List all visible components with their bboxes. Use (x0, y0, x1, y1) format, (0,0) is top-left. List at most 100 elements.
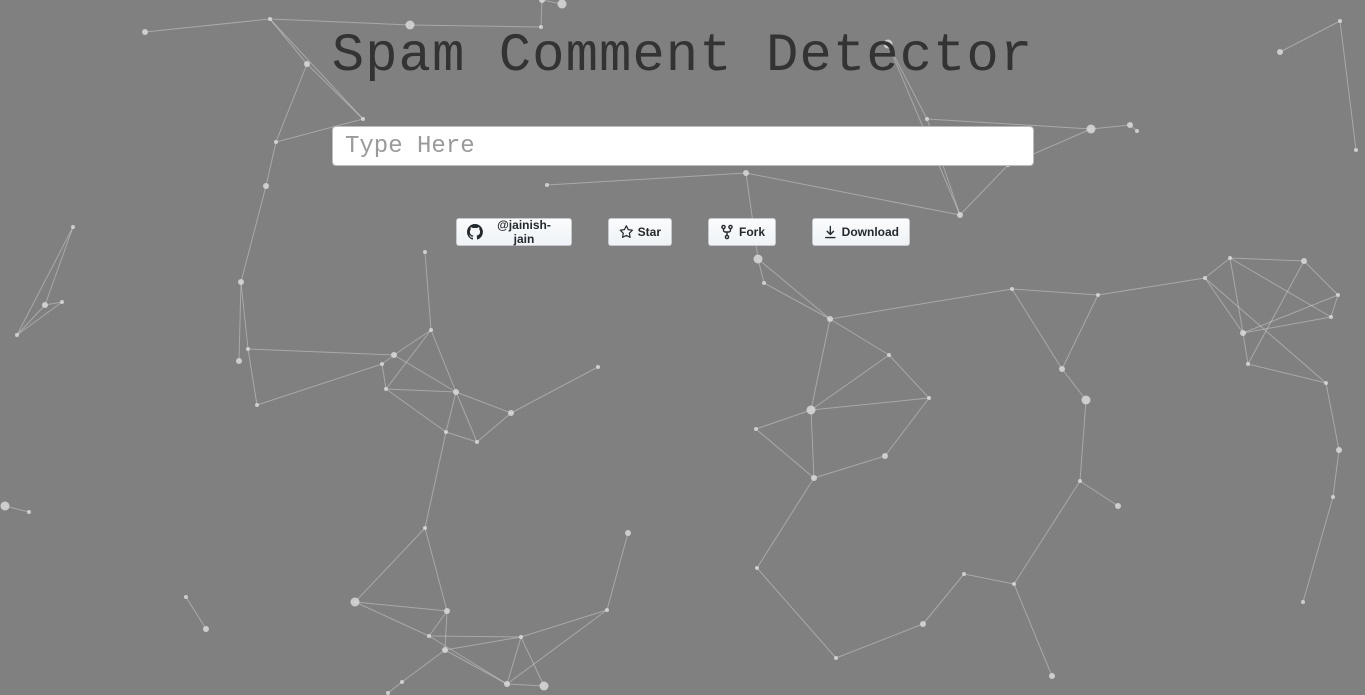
particle-link (757, 258, 831, 320)
particle-link (510, 366, 599, 414)
particle-node (1324, 381, 1328, 385)
particle-node (380, 362, 384, 366)
particle-node (400, 680, 404, 684)
particle-link (238, 281, 242, 362)
particle-node (754, 427, 758, 431)
particle-link (444, 610, 448, 651)
particle-node (1336, 293, 1340, 297)
particle-link (810, 409, 815, 479)
particle-link (1229, 257, 1305, 262)
particle-link (755, 409, 812, 430)
particle-link (546, 172, 747, 186)
particle-node (504, 681, 510, 687)
particle-link (444, 636, 522, 651)
particle-link (455, 391, 478, 443)
particle-node (60, 300, 64, 304)
particle-node (391, 352, 397, 358)
particle-link (424, 251, 432, 331)
particle-link (44, 226, 74, 306)
particle-node (27, 510, 31, 514)
particle-node (1228, 256, 1232, 260)
particle-node (1086, 124, 1096, 134)
star-label: Star (637, 225, 661, 239)
particle-link (1079, 480, 1119, 507)
particle-node (0, 501, 10, 511)
particle-node (957, 212, 963, 218)
particle-node (811, 475, 817, 481)
particle-link (810, 354, 890, 411)
particle-link (1204, 277, 1327, 384)
particle-node (268, 17, 272, 21)
fork-label: Fork (738, 225, 765, 239)
download-label: Download (841, 225, 899, 239)
particle-node (755, 566, 759, 570)
particle-node (1338, 19, 1342, 23)
particle-node (475, 440, 479, 444)
particle-link (1061, 294, 1099, 370)
download-button[interactable]: Download (812, 218, 910, 246)
particle-node (442, 647, 448, 653)
particle-link (444, 649, 508, 685)
particle-link (428, 635, 508, 685)
particle-node (596, 365, 600, 369)
particle-link (428, 635, 522, 638)
particle-link (506, 636, 522, 685)
particle-link (16, 226, 74, 336)
particle-link (385, 329, 432, 390)
particle-link (763, 282, 831, 320)
particle-node (882, 453, 888, 459)
fork-button[interactable]: Fork (708, 218, 776, 246)
particle-node (1354, 148, 1358, 152)
particle-node (1246, 362, 1250, 366)
particle-node (927, 396, 931, 400)
particle-node (263, 183, 269, 189)
particle-node (920, 621, 926, 627)
particle-network-background (0, 0, 1358, 695)
particle-node (1010, 287, 1014, 291)
particle-link (476, 412, 512, 443)
particle-node (427, 634, 431, 638)
particle-link (16, 304, 46, 336)
particle-link (385, 388, 447, 433)
github-profile-button[interactable]: @jainish-jain (456, 218, 572, 246)
particle-node (1127, 122, 1133, 128)
particle-node (1336, 447, 1342, 453)
particle-link (963, 573, 1015, 585)
particle-link (1332, 449, 1340, 498)
particle-link (269, 18, 411, 26)
particle-node (1059, 366, 1065, 372)
particle-link (240, 281, 249, 350)
particle-link (455, 391, 512, 414)
particle-link (256, 363, 383, 406)
particle-link (520, 636, 545, 687)
particle-node (925, 117, 929, 121)
particle-node (1115, 503, 1121, 509)
comment-input[interactable] (332, 126, 1034, 166)
particle-node (423, 526, 427, 530)
particle-node (386, 691, 390, 695)
particle-link (354, 527, 426, 603)
particle-link (445, 431, 478, 443)
particle-link (1242, 294, 1339, 334)
particle-link (810, 318, 831, 411)
particle-link (829, 318, 890, 356)
particle-link (606, 532, 629, 611)
particle-link (430, 329, 457, 393)
particle-node (834, 656, 838, 660)
particle-link (393, 329, 432, 356)
page-title: Spam Comment Detector (331, 26, 1034, 87)
particle-node (71, 225, 75, 229)
particle-link (1011, 288, 1099, 296)
particle-node (1135, 129, 1139, 133)
particle-link (354, 601, 430, 637)
particle-node (762, 281, 766, 285)
particle-link (354, 601, 448, 612)
particle-link (1325, 382, 1340, 451)
particle-node (274, 140, 278, 144)
star-icon (619, 225, 634, 238)
download-icon (825, 225, 836, 239)
particle-link (1242, 332, 1249, 365)
particle-link (888, 354, 930, 399)
particle-link (1011, 288, 1063, 370)
star-button[interactable]: Star (608, 218, 672, 246)
